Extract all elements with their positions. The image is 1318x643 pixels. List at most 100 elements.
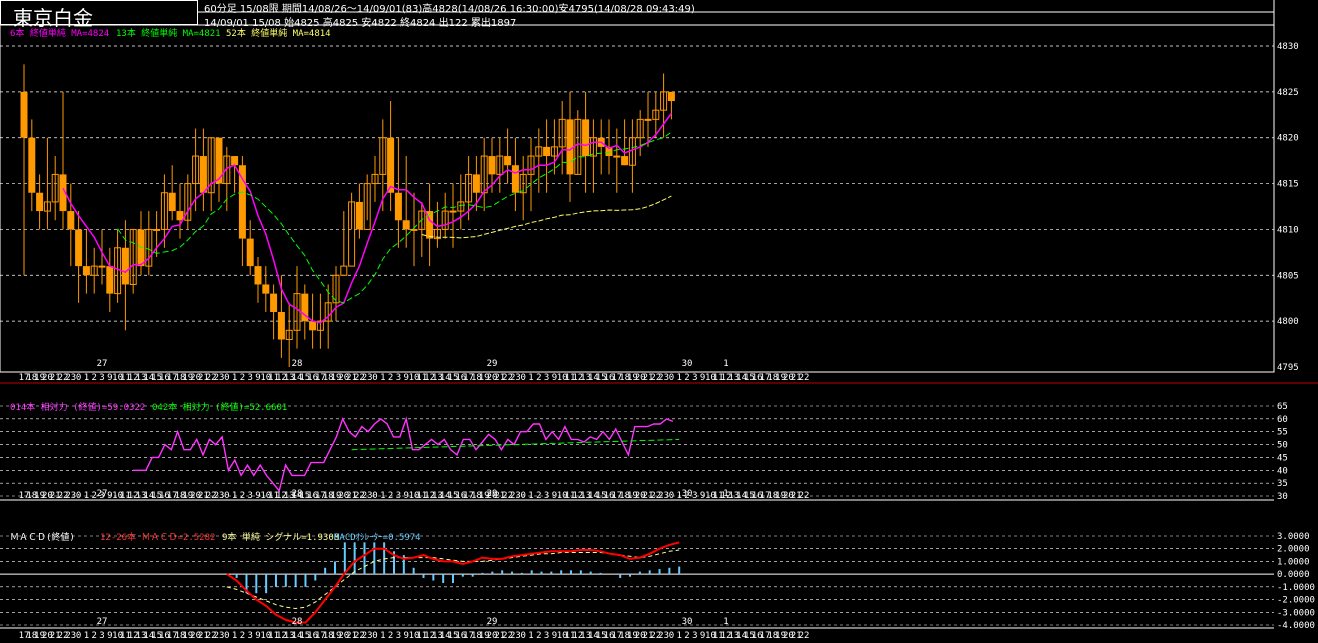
macd-day-label: 30 — [682, 617, 693, 627]
candle-body-down — [488, 156, 496, 175]
rsi-hour-tick: 2 — [388, 491, 393, 501]
macd-hour-tick: 0 — [520, 631, 525, 641]
candle-body-down — [176, 211, 184, 221]
candle-body-down — [246, 238, 254, 267]
macd-hour-tick: 3 — [396, 631, 401, 641]
macd-hour-tick: 1 — [528, 631, 533, 641]
rsi-hour-tick: 1 — [232, 491, 237, 501]
macd-hour-tick: 23 — [214, 631, 225, 641]
rsi-hour-tick: 1 — [84, 491, 89, 501]
macd-hour-tick: 2 — [536, 631, 541, 641]
candle-body-down — [566, 119, 574, 175]
price-hour-tick: 2 — [536, 373, 541, 383]
price-hour-tick: 3 — [692, 373, 697, 383]
legend-signal-value: 9本 単純 シグナル=1.9308 — [222, 531, 339, 543]
macd-tick-label: -1.0000 — [1277, 583, 1315, 593]
rsi-tick-label: 50 — [1277, 441, 1288, 451]
rsi-hour-tick: 22 — [799, 491, 810, 501]
macd-hour-tick: 23 — [658, 631, 669, 641]
candle-body-down — [504, 156, 512, 166]
price-tick-label: 4815 — [1277, 180, 1299, 190]
macd-hour-tick: 2 — [240, 631, 245, 641]
macd-hour-tick: 2 — [388, 631, 393, 641]
macd-day-label: 28 — [292, 617, 303, 627]
price-hour-tick: 1 — [232, 373, 237, 383]
macd-hour-tick: 2 — [684, 631, 689, 641]
price-hour-tick: 0 — [372, 373, 377, 383]
macd-hour-tick: 22 — [799, 631, 810, 641]
macd-hour-tick: 23 — [510, 631, 521, 641]
rsi-hour-tick: 0 — [520, 491, 525, 501]
rsi-hour-tick: 23 — [658, 491, 669, 501]
price-hour-tick: 23 — [65, 373, 76, 383]
price-hour-tick: 0 — [669, 373, 674, 383]
macd-hour-tick: 23 — [65, 631, 76, 641]
candle-body-down — [667, 91, 675, 102]
price-hour-tick: 22 — [799, 373, 810, 383]
rsi-hour-tick: 1 — [380, 491, 385, 501]
rsi-day-label: 28 — [292, 489, 303, 499]
rsi-tick-label: 55 — [1277, 428, 1288, 438]
rsi-day-label: 1 — [723, 489, 728, 499]
price-day-label: 1 — [723, 359, 728, 369]
legend-macd-value: 12-26本 ＭＡＣＤ=2.5282 — [100, 531, 215, 543]
legend-ma52: 52本 終値単純 MA=4814 — [226, 27, 331, 39]
price-hour-tick: 1 — [380, 373, 385, 383]
price-tick-label: 4810 — [1277, 225, 1299, 235]
macd-hour-tick: 3 — [99, 631, 104, 641]
candle-body-up — [449, 210, 457, 213]
candle-body-down — [199, 156, 207, 193]
candle-body-up — [410, 228, 418, 231]
price-tick-label: 4830 — [1277, 42, 1299, 52]
candle-body-down — [82, 266, 90, 276]
rsi-hour-tick: 23 — [510, 491, 521, 501]
macd-tick-label: -3.0000 — [1277, 608, 1315, 618]
candle-body-down — [67, 211, 75, 230]
macd-hour-tick: 1 — [84, 631, 89, 641]
price-hour-tick: 3 — [99, 373, 104, 383]
candle-body-up — [98, 265, 106, 268]
candle-body-down — [621, 156, 629, 166]
candle-body-down — [309, 321, 317, 331]
rsi-hour-tick: 3 — [396, 491, 401, 501]
rsi-hour-tick: 3 — [247, 491, 252, 501]
rsi-hour-tick: 0 — [224, 491, 229, 501]
candle-body-down — [20, 91, 28, 138]
macd-tick-label: 3.0000 — [1277, 532, 1310, 542]
candle-body-down — [137, 229, 145, 267]
macd-tick-label: -2.0000 — [1277, 596, 1315, 606]
candle-body-down — [231, 156, 239, 166]
macd-hour-tick: 3 — [692, 631, 697, 641]
price-hour-tick: 23 — [362, 373, 373, 383]
price-hour-tick: 23 — [658, 373, 669, 383]
price-tick-label: 4805 — [1277, 271, 1299, 281]
macd-day-label: 1 — [723, 617, 728, 627]
price-hour-tick: 23 — [214, 373, 225, 383]
candle-body-down — [168, 192, 176, 212]
price-hour-tick: 2 — [684, 373, 689, 383]
price-tick-label: 4800 — [1277, 317, 1299, 327]
macd-hour-tick: 2 — [91, 631, 96, 641]
candle-body-down — [394, 192, 402, 221]
rsi-hour-tick: 3 — [692, 491, 697, 501]
macd-hour-tick: 0 — [372, 631, 377, 641]
price-day-label: 29 — [487, 359, 498, 369]
price-panel: 4795480048054810481548204825483017181920… — [0, 42, 1299, 383]
rsi-hour-tick: 0 — [669, 491, 674, 501]
rsi-hour-tick: 2 — [536, 491, 541, 501]
candle-body-down — [75, 229, 83, 267]
legend-rsi14: 014本 相対力 (終値)=59.0322 — [10, 401, 145, 413]
candle-body-down — [262, 284, 270, 294]
macd-day-label: 29 — [487, 617, 498, 627]
candle-body-up — [340, 265, 348, 276]
rsi-tick-label: 40 — [1277, 466, 1288, 476]
macd-tick-label: 1.0000 — [1277, 557, 1310, 567]
legend-macd-title: ＭＡＣＤ(終値) — [10, 531, 75, 543]
legend-rsi42: 042本 相対力 (終値)=52.6601 — [152, 401, 287, 413]
price-hour-tick: 2 — [240, 373, 245, 383]
macd-hour-tick: 0 — [669, 631, 674, 641]
candle-body-down — [238, 165, 246, 239]
rsi-day-label: 29 — [487, 489, 498, 499]
price-hour-tick: 0 — [520, 373, 525, 383]
rsi-hour-tick: 23 — [214, 491, 225, 501]
